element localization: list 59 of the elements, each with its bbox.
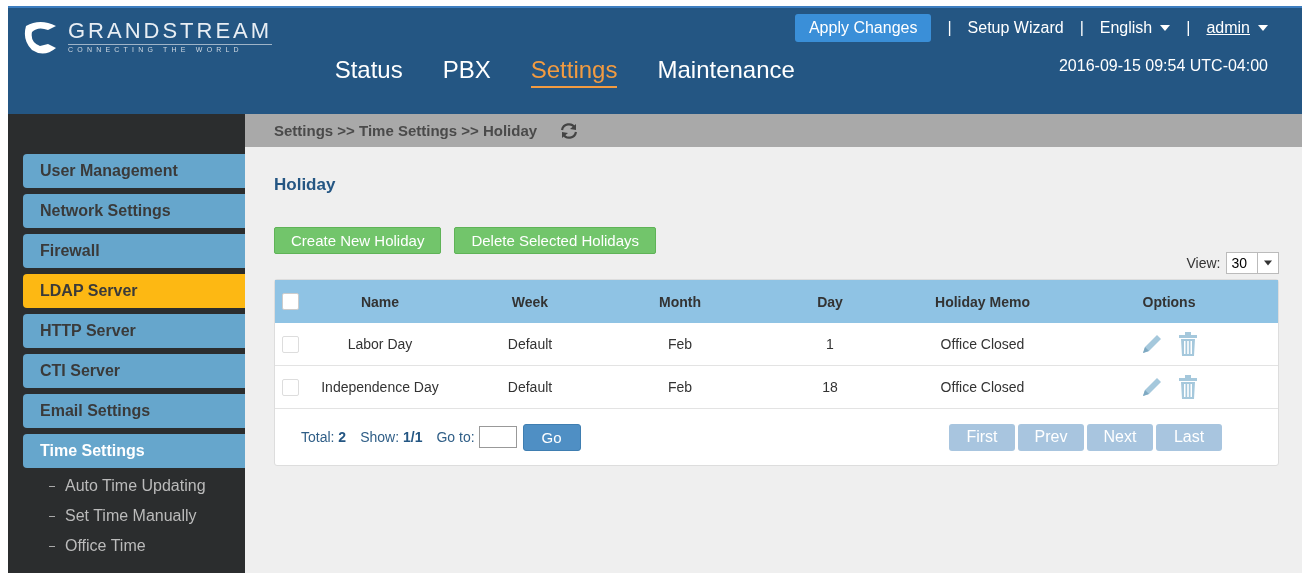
page-count: Show: 1/1 xyxy=(360,429,423,445)
column-header: Day xyxy=(816,293,844,310)
date-time: 2016-09-15 09:54 UTC-04:00 xyxy=(1058,57,1268,75)
nav-tab[interactable]: Status xyxy=(334,56,403,88)
trash-icon[interactable] xyxy=(1178,375,1198,399)
table-cell-text: Default xyxy=(506,379,554,395)
separator: | xyxy=(947,19,952,37)
sidebar-item[interactable]: LDAP Server xyxy=(23,274,245,308)
column-header: Week xyxy=(510,293,550,310)
caret-icon xyxy=(1160,25,1171,31)
total-count: Total: 2 xyxy=(301,429,347,445)
sidebar-item[interactable]: CTI Server xyxy=(23,354,245,388)
sidebar-item[interactable]: User Management xyxy=(23,154,245,188)
caret-icon xyxy=(1258,25,1268,31)
logo-wordmark: GRANDSTREAM xyxy=(68,18,273,45)
page-input[interactable] xyxy=(478,426,517,448)
refresh-icon[interactable] xyxy=(559,121,580,140)
setup-wizard-link[interactable]: Setup Wizard xyxy=(967,19,1064,37)
table-cell-text: 1 xyxy=(825,336,835,352)
nav-tab[interactable]: Maintenance xyxy=(657,56,795,88)
table-cell-text: Office Closed xyxy=(939,379,1026,395)
column-header: Month xyxy=(658,293,702,310)
goto-label: Go to: xyxy=(436,429,475,445)
view-label: View: xyxy=(1186,255,1221,271)
page-title: Holiday xyxy=(274,175,337,195)
nav-tab[interactable]: Settings xyxy=(530,56,618,88)
separator: | xyxy=(1079,19,1084,37)
table-cell-text: Independence Day xyxy=(320,379,440,395)
language-dropdown[interactable]: English xyxy=(1099,19,1171,37)
column-header: Name xyxy=(359,293,401,310)
user-menu[interactable]: admin xyxy=(1206,19,1268,37)
table-cell-text: 18 xyxy=(821,379,839,395)
breadcrumb: Settings >> Time Settings >> Holiday xyxy=(274,122,538,139)
row-checkbox[interactable] xyxy=(281,378,299,396)
table-cell-text: Default xyxy=(506,336,554,352)
table-cell-text: Feb xyxy=(666,379,694,395)
sidebar-subitem[interactable]: Set Time Manually xyxy=(23,504,245,528)
sidebar-subitem[interactable]: Office Time xyxy=(23,534,245,558)
separator: | xyxy=(1186,19,1191,37)
apply-changes-button[interactable]: Apply Changes xyxy=(794,14,932,42)
table-cell-text: Labor Day xyxy=(346,336,414,352)
select-all-checkbox[interactable] xyxy=(281,293,299,310)
column-header: Holiday Memo xyxy=(934,293,1031,310)
table-cell-text: Office Closed xyxy=(939,336,1026,352)
sidebar-item[interactable]: Time Settings xyxy=(23,434,245,468)
sidebar-item[interactable]: Email Settings xyxy=(23,394,245,428)
sidebar-subitem[interactable]: Auto Time Updating xyxy=(23,474,245,498)
sidebar-item[interactable]: HTTP Server xyxy=(23,314,245,348)
row-checkbox[interactable] xyxy=(281,335,299,353)
table-cell-text: Feb xyxy=(666,336,694,352)
edit-icon[interactable] xyxy=(1140,332,1164,356)
edit-icon[interactable] xyxy=(1140,375,1164,399)
nav-tab[interactable]: PBX xyxy=(442,56,491,88)
go-button[interactable]: Go xyxy=(522,423,581,451)
view-select[interactable]: 30 xyxy=(1226,252,1279,274)
column-header: Options xyxy=(1141,293,1197,310)
sidebar-item[interactable]: Network Settings xyxy=(23,194,245,228)
sidebar-item[interactable]: Firewall xyxy=(23,234,245,268)
trash-icon[interactable] xyxy=(1178,332,1198,356)
